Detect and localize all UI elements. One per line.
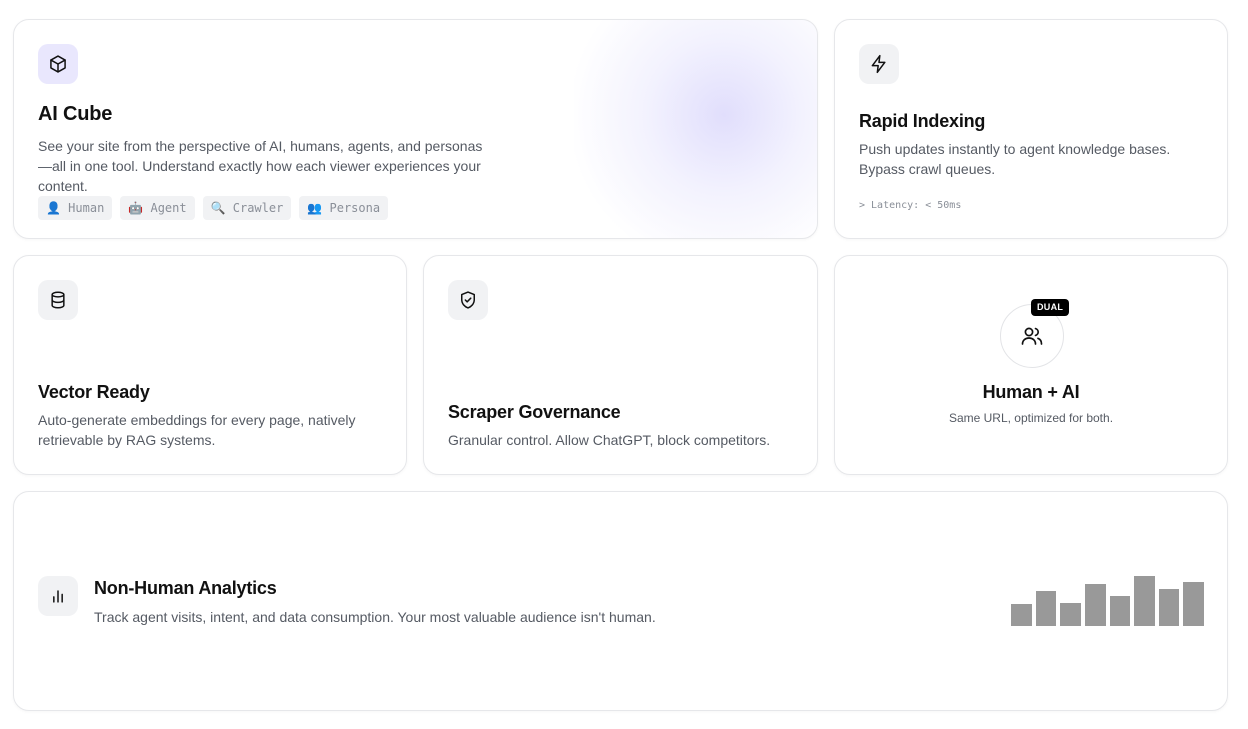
analytics-bar: [1134, 576, 1155, 626]
scraper-governance-title: Scraper Governance: [448, 402, 621, 422]
database-icon: [38, 280, 78, 320]
rapid-indexing-card: Rapid Indexing Push updates instantly to…: [834, 19, 1228, 239]
analytics-title: Non-Human Analytics: [94, 578, 277, 598]
shield-check-icon: [448, 280, 488, 320]
human-ai-card: DUAL Human + AI Same URL, optimized for …: [834, 255, 1228, 475]
ai-cube-description: See your site from the perspective of AI…: [38, 138, 483, 194]
analytics-bar: [1035, 591, 1057, 626]
analytics-bar: [1084, 584, 1106, 626]
scraper-governance-description: Granular control. Allow ChatGPT, block c…: [448, 432, 771, 448]
lightning-icon: [859, 44, 899, 84]
tag-human[interactable]: 👤 Human: [38, 196, 113, 220]
vector-ready-card: Vector Ready Auto-generate embeddings fo…: [13, 255, 407, 475]
latency-note: > Latency: < 50ms: [859, 200, 962, 211]
analytics-bar: [1011, 604, 1032, 626]
decorative-glow: [574, 20, 817, 238]
cube-icon: [38, 44, 78, 84]
ai-cube-title: AI Cube: [38, 103, 113, 125]
analytics-bar: [1158, 589, 1180, 626]
viewer-tags: 👤 Human 🤖 Agent 🔍 Crawler 👥 Persona: [38, 196, 389, 220]
analytics-bar-graphic: [1011, 572, 1204, 626]
analytics-bar: [1109, 596, 1131, 626]
bar-chart-icon: [38, 576, 78, 616]
ai-cube-card: AI Cube See your site from the perspecti…: [13, 19, 818, 239]
rapid-indexing-description: Push updates instantly to agent knowledg…: [859, 141, 1171, 177]
rapid-indexing-title: Rapid Indexing: [859, 111, 986, 131]
dual-badge: DUAL: [1031, 299, 1070, 316]
analytics-description: Track agent visits, intent, and data con…: [94, 609, 656, 625]
vector-ready-description: Auto-generate embeddings for every page,…: [38, 412, 356, 448]
analytics-card: Non-Human Analytics Track agent visits, …: [13, 491, 1228, 711]
vector-ready-title: Vector Ready: [38, 382, 150, 402]
scraper-governance-card: Scraper Governance Granular control. All…: [423, 255, 818, 475]
analytics-bar: [1060, 603, 1081, 626]
tag-persona[interactable]: 👥 Persona: [299, 196, 389, 220]
tag-agent[interactable]: 🤖 Agent: [120, 196, 195, 220]
human-ai-description: Same URL, optimized for both.: [948, 411, 1114, 425]
tag-crawler[interactable]: 🔍 Crawler: [202, 196, 292, 220]
analytics-bar: [1183, 582, 1204, 626]
human-ai-title: Human + AI: [982, 382, 1080, 402]
